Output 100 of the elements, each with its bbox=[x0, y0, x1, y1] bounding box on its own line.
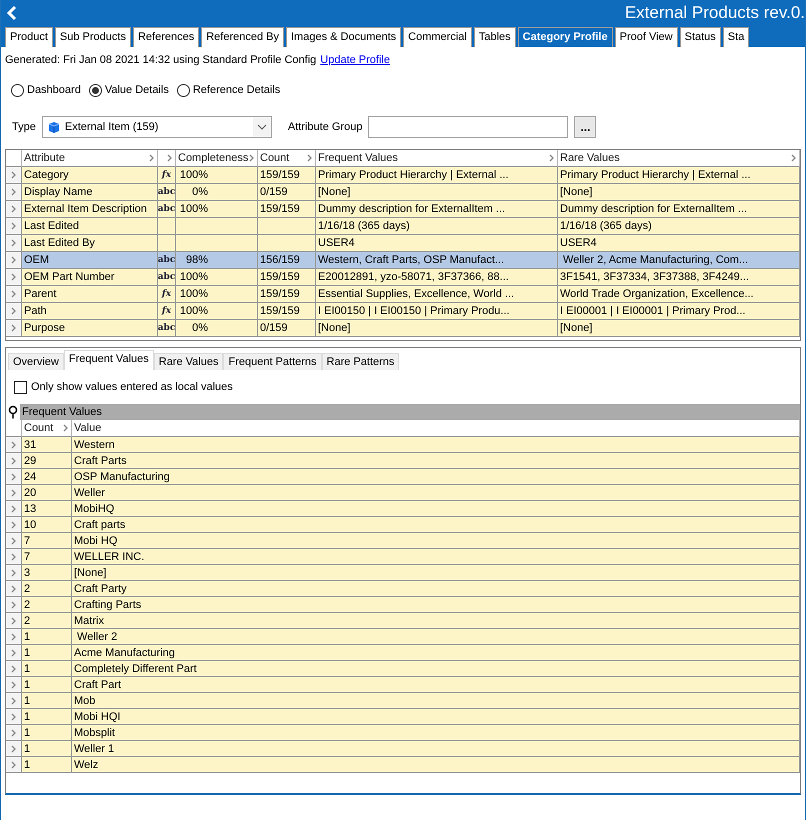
table-cell: 3F1541, 3F37334, 3F37388, 3F4249... bbox=[558, 269, 800, 286]
table-cell: 159/159 bbox=[258, 269, 316, 286]
tab[interactable]: Images & Documents bbox=[286, 27, 402, 47]
table-cell: 2 bbox=[22, 597, 72, 613]
tab[interactable]: Frequent Patterns bbox=[223, 353, 322, 370]
radio-button[interactable] bbox=[11, 84, 24, 96]
tab[interactable]: Overview bbox=[8, 353, 64, 370]
back-icon[interactable] bbox=[5, 4, 19, 20]
chevron-icon[interactable] bbox=[10, 239, 16, 247]
tab[interactable]: Rare Values bbox=[154, 353, 224, 370]
table-cell: 156/159 bbox=[258, 252, 316, 269]
tab[interactable]: Referenced By bbox=[201, 27, 284, 47]
checkbox[interactable] bbox=[14, 380, 27, 394]
table-cell: 10 bbox=[22, 517, 72, 533]
chevron-icon[interactable] bbox=[10, 324, 16, 332]
table-cell: Weller 2, Acme Manufacturing, Com... bbox=[558, 252, 800, 269]
tab[interactable]: Proof View bbox=[614, 27, 678, 47]
tab[interactable]: Sta bbox=[722, 27, 750, 47]
table-cell: Mob bbox=[72, 693, 800, 709]
chevron-icon[interactable] bbox=[10, 188, 16, 196]
chevron-icon[interactable] bbox=[307, 154, 313, 162]
chevron-icon[interactable] bbox=[249, 154, 255, 162]
table-cell: Craft Party bbox=[72, 581, 800, 597]
table-cell: Craft Parts bbox=[72, 453, 800, 469]
radio-button[interactable] bbox=[88, 84, 102, 96]
table-cell: 1 bbox=[22, 661, 72, 677]
table-cell: World Trade Organization, Excellence... bbox=[558, 286, 800, 303]
tab[interactable]: References bbox=[132, 27, 200, 47]
attribute-cell[interactable]: OEM bbox=[22, 252, 158, 269]
browse-button[interactable]: ... bbox=[574, 116, 596, 138]
chevron-icon[interactable] bbox=[167, 154, 173, 162]
column-header[interactable]: Attribute bbox=[22, 150, 158, 167]
chevron-icon[interactable] bbox=[10, 307, 16, 315]
attribute-cell[interactable]: Last Edited By bbox=[22, 235, 158, 252]
attribute-group-label: Attribute Group bbox=[288, 121, 362, 133]
update-profile-link[interactable]: Update Profile bbox=[320, 54, 390, 66]
attribute-group-field[interactable] bbox=[368, 116, 568, 138]
table-cell: [None] bbox=[316, 184, 558, 201]
radio-button[interactable] bbox=[176, 84, 190, 96]
chevron-icon[interactable] bbox=[10, 273, 16, 281]
attribute-cell[interactable]: Path bbox=[22, 303, 158, 320]
chevron-icon[interactable] bbox=[791, 154, 797, 162]
tab[interactable]: Category Profile bbox=[518, 27, 613, 47]
tab[interactable]: Rare Patterns bbox=[322, 353, 400, 370]
table-cell: 1 bbox=[22, 757, 72, 773]
formula-icon: fx bbox=[162, 306, 172, 316]
table-cell: 100% bbox=[176, 286, 258, 303]
table-cell: 100% bbox=[176, 201, 258, 218]
tab[interactable]: Commercial bbox=[403, 27, 472, 47]
type-dropdown[interactable]: External Item (159) bbox=[42, 116, 272, 138]
column-header[interactable]: Rare Values bbox=[558, 150, 800, 167]
table-cell: 0% bbox=[176, 320, 258, 337]
attribute-cell[interactable]: Last Edited bbox=[22, 218, 158, 235]
attribute-cell[interactable]: Category bbox=[22, 167, 158, 184]
table-cell: 100% bbox=[176, 167, 258, 184]
tab[interactable]: Frequent Values bbox=[64, 350, 154, 370]
caret-icon bbox=[252, 117, 271, 137]
generated-info: Generated: Fri Jan 08 2021 14:32 using Standard Profile Config bbox=[5, 54, 316, 66]
table-cell: Primary Product Hierarchy | External ... bbox=[316, 167, 558, 184]
table-cell: MobiHQ bbox=[72, 501, 800, 517]
column-header[interactable]: Frequent Values bbox=[316, 150, 558, 167]
column-header[interactable] bbox=[158, 150, 176, 167]
tab[interactable]: Status bbox=[680, 27, 721, 47]
table-cell: 1 bbox=[22, 629, 72, 645]
column-header[interactable]: Value bbox=[72, 420, 800, 437]
table-cell: Mobi HQ bbox=[72, 533, 800, 549]
table-cell: 1 bbox=[22, 725, 72, 741]
text-type-icon: abc bbox=[158, 272, 175, 282]
text-type-icon: abc bbox=[158, 204, 175, 214]
radio-label: Reference Details bbox=[192, 84, 280, 96]
pin-icon[interactable] bbox=[6, 405, 20, 419]
attribute-cell[interactable]: Purpose bbox=[22, 320, 158, 337]
attribute-cell[interactable]: Display Name bbox=[22, 184, 158, 201]
tab[interactable]: Product bbox=[5, 27, 53, 47]
column-header[interactable]: Completeness bbox=[176, 150, 258, 167]
chevron-icon[interactable] bbox=[149, 154, 155, 162]
chevron-icon[interactable] bbox=[10, 205, 16, 213]
chevron-icon[interactable] bbox=[10, 256, 16, 264]
chevron-icon[interactable] bbox=[10, 290, 16, 298]
checkbox-label: Only show values entered as local values bbox=[31, 381, 233, 393]
chevron-icon[interactable] bbox=[10, 171, 16, 179]
table-cell: Mobi HQI bbox=[72, 709, 800, 725]
chevron-icon[interactable] bbox=[63, 424, 69, 432]
column-header[interactable]: Count bbox=[22, 420, 72, 437]
tab[interactable]: Tables bbox=[474, 27, 516, 47]
chevron-icon[interactable] bbox=[10, 222, 16, 230]
attribute-cell[interactable]: Parent bbox=[22, 286, 158, 303]
column-header[interactable]: Count bbox=[258, 150, 316, 167]
tab[interactable]: Sub Products bbox=[54, 27, 131, 47]
table-cell: 3 bbox=[22, 565, 72, 581]
table-cell: 1 bbox=[22, 709, 72, 725]
formula-icon: fx bbox=[162, 170, 172, 180]
attribute-cell[interactable]: OEM Part Number bbox=[22, 269, 158, 286]
table-cell: 1/16/18 (365 days) bbox=[316, 218, 558, 235]
attribute-cell[interactable]: External Item Description bbox=[22, 201, 158, 218]
text-type-icon: abc bbox=[158, 187, 175, 197]
type-label: Type bbox=[12, 121, 36, 133]
chevron-icon[interactable] bbox=[549, 154, 555, 162]
table-cell: I EI00150 | I EI00150 | Primary Produ... bbox=[316, 303, 558, 320]
table-cell: 159/159 bbox=[258, 303, 316, 320]
